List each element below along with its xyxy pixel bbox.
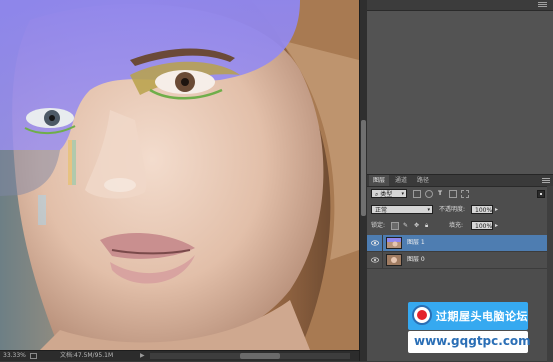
layer-thumbnail [386, 237, 402, 249]
lock-transparent-icon[interactable] [391, 222, 399, 230]
filter-row: ⌕ 类型 ▾ T [367, 189, 553, 199]
layers-panel-menu-icon[interactable] [542, 178, 550, 184]
filter-toggle[interactable] [537, 190, 545, 198]
opacity-slider-arrow-icon[interactable]: ▸ [495, 205, 498, 214]
blend-mode-select[interactable]: 正常 ▾ [371, 205, 433, 214]
type-filter-icon[interactable]: T [438, 189, 442, 198]
opacity-input[interactable]: 100% [471, 205, 493, 214]
blend-mode-value: 正常 [375, 207, 388, 214]
shape-filter-icon[interactable] [449, 190, 457, 198]
status-bar: 33.33% 文档:47.5M/95.1M ▶ [0, 350, 359, 361]
chevron-down-icon: ▾ [427, 207, 430, 213]
tab-channels[interactable]: 通道 [391, 175, 411, 186]
upper-dock-panel [367, 0, 553, 174]
fill-slider-arrow-icon[interactable]: ▸ [495, 221, 498, 230]
smart-object-filter-icon[interactable] [461, 190, 469, 198]
horizontal-scroll-thumb[interactable] [240, 353, 280, 359]
lock-row: 锁定: ✎ ✥ 🔒︎ 填充: 100% ▸ [367, 221, 553, 231]
status-menu-arrow-icon[interactable]: ▶ [140, 351, 145, 361]
watermark-url-box: www.gqgtpc.com [408, 331, 531, 353]
layers-scrollbar[interactable] [547, 186, 553, 362]
layer-thumbnail [386, 254, 402, 266]
site-watermark: 过期屋头电脑论坛 www.gqgtpc.com [408, 302, 531, 356]
lock-image-icon[interactable]: ✎ [403, 221, 408, 230]
forum-logo-icon [412, 305, 432, 325]
filter-type-select[interactable]: ⌕ 类型 ▾ [371, 189, 407, 198]
panel-header-strip [367, 0, 553, 11]
document-canvas[interactable] [0, 0, 359, 350]
watermark-title: 过期屋头电脑论坛 [436, 310, 528, 323]
document-size: 文档:47.5M/95.1M [60, 352, 114, 359]
layer-name[interactable]: 图层 1 [407, 235, 425, 251]
eye-icon[interactable] [371, 239, 379, 247]
panel-menu-icon[interactable] [538, 2, 547, 8]
tab-layers[interactable]: 图层 [369, 175, 390, 186]
opacity-value: 100% [475, 207, 493, 214]
portrait-image [0, 0, 359, 350]
watermark-banner: 过期屋头电脑论坛 [408, 302, 528, 330]
adjustment-filter-icon[interactable] [425, 190, 433, 198]
layer-divider [382, 252, 383, 268]
fill-label: 填充: [449, 222, 464, 229]
layer-name[interactable]: 图层 0 [407, 252, 425, 268]
blend-row: 正常 ▾ 不透明度: 100% ▸ [367, 205, 553, 215]
opacity-label: 不透明度: [439, 206, 466, 213]
document-icon [30, 353, 37, 359]
zoom-level[interactable]: 33.33% [3, 351, 26, 361]
panel-tabs: 图层 通道 路径 [367, 175, 553, 187]
vertical-scrollbar[interactable] [359, 0, 367, 361]
fill-value: 100% [475, 223, 493, 230]
lock-position-icon[interactable]: ✥ [414, 221, 419, 230]
horizontal-scrollbar[interactable] [150, 353, 350, 359]
filter-type-label: 类型 [380, 191, 393, 198]
lock-label: 锁定: [371, 222, 386, 229]
watermark-url: www.gqgtpc.com [414, 334, 531, 348]
fill-input[interactable]: 100% [471, 221, 493, 230]
lock-all-icon[interactable]: 🔒︎ [425, 221, 428, 230]
layer-divider [382, 235, 383, 251]
layer-row-0[interactable]: 图层 0 [367, 252, 547, 269]
vertical-scroll-thumb[interactable] [361, 120, 366, 216]
layer-row-1[interactable]: 图层 1 [367, 235, 547, 252]
chevron-down-icon: ▾ [401, 191, 404, 197]
pixel-filter-icon[interactable] [413, 190, 421, 198]
eye-icon[interactable] [371, 256, 379, 264]
tab-paths[interactable]: 路径 [413, 175, 433, 186]
